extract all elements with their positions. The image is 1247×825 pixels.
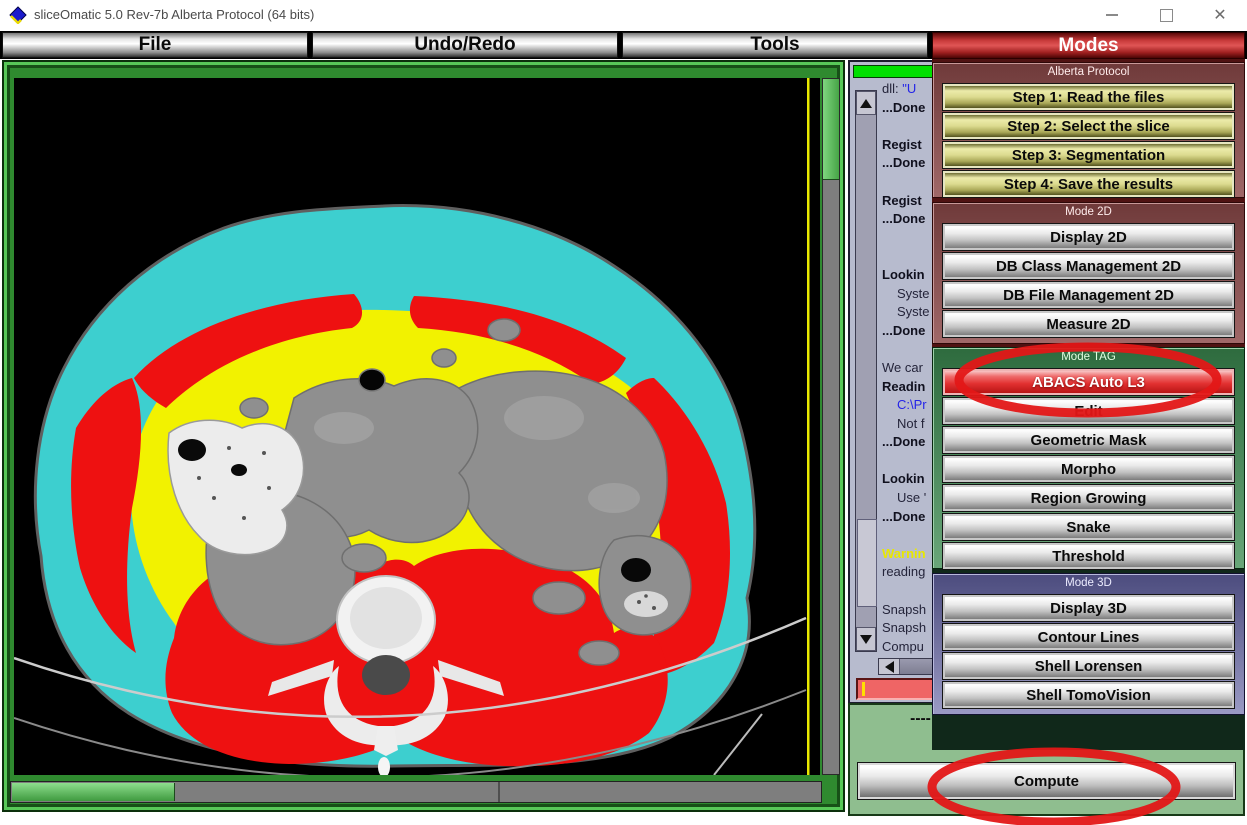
mode-button-threshold[interactable]: Threshold [943, 543, 1234, 569]
ct-slice-image [14, 78, 820, 775]
menu-button-undo-redo[interactable]: Undo/Redo [312, 32, 618, 58]
close-icon[interactable]: ✕ [1206, 6, 1234, 24]
text-cursor [862, 682, 865, 696]
scroll-down-icon[interactable] [856, 627, 876, 651]
log-vertical-scrollbar[interactable] [855, 90, 877, 652]
scroll-up-icon[interactable] [856, 91, 876, 115]
window-title: sliceOmatic 5.0 Rev-7b Alberta Protocol … [34, 7, 314, 22]
mode-button-step-4-save-the-results[interactable]: Step 4: Save the results [943, 171, 1234, 197]
scroll-left-icon[interactable] [879, 659, 900, 674]
modes-group-mode-2d: Mode 2D Display 2D DB Class Management 2D D… [932, 202, 1245, 344]
mode-button-shell-tomovision[interactable]: Shell TomoVision [943, 682, 1234, 708]
mode-button-step-1-read-the-files[interactable]: Step 1: Read the files [943, 84, 1234, 110]
app-logo-icon [9, 6, 27, 24]
mode-button-step-3-segmentation[interactable]: Step 3: Segmentation [943, 142, 1234, 168]
scrollbar-divider [498, 782, 500, 802]
ct-image-canvas[interactable] [14, 78, 820, 775]
mode-button-edit[interactable]: Edit [943, 398, 1234, 424]
mode-button-region-growing[interactable]: Region Growing [943, 485, 1234, 511]
mode-button-geometric-mask[interactable]: Geometric Mask [943, 427, 1234, 453]
compute-button[interactable]: Compute [858, 763, 1235, 799]
modes-group-mode-tag: Mode TAG ABACS Auto L3 Edit Geometric Mask M… [932, 347, 1245, 569]
mode-button-snake[interactable]: Snake [943, 514, 1234, 540]
log-scrollbar-thumb[interactable] [857, 519, 877, 607]
modes-group-alberta-protocol: Alberta Protocol Step 1: Read the files St… [932, 62, 1245, 198]
mode-button-display-2d[interactable]: Display 2D [943, 224, 1234, 250]
mode-button-display-3d[interactable]: Display 3D [943, 595, 1234, 621]
profile-line [807, 78, 810, 775]
group-label-alberta-protocol: Alberta Protocol [942, 65, 1235, 81]
title-bar: sliceOmatic 5.0 Rev-7b Alberta Protocol … [0, 0, 1247, 30]
mode-button-db-class-management-2d[interactable]: DB Class Management 2D [943, 253, 1234, 279]
menu-button-tools[interactable]: Tools [622, 32, 928, 58]
image-horizontal-scrollbar-thumb[interactable] [12, 783, 175, 801]
menu-button-modes[interactable]: Modes [932, 32, 1245, 59]
image-viewer-frame [2, 60, 845, 812]
mode-button-step-2-select-the-slice[interactable]: Step 2: Select the slice [943, 113, 1234, 139]
image-horizontal-scrollbar[interactable] [10, 781, 822, 803]
modes-group-mode-3d: Mode 3D Display 3D Contour Lines Shell Lore… [932, 573, 1245, 715]
mode-button-measure-2d[interactable]: Measure 2D [943, 311, 1234, 337]
mode-button-db-file-management-2d[interactable]: DB File Management 2D [943, 282, 1234, 308]
group-label-mode-tag: Mode TAG [942, 350, 1235, 366]
modes-panel: Modes Alberta Protocol Step 1: Read the f… [932, 32, 1245, 718]
group-label-mode-2d: Mode 2D [942, 205, 1235, 221]
image-vertical-scrollbar[interactable] [822, 78, 840, 775]
mode-button-morpho[interactable]: Morpho [943, 456, 1234, 482]
minimize-icon[interactable] [1098, 6, 1126, 24]
mode-button-shell-lorensen[interactable]: Shell Lorensen [943, 653, 1234, 679]
maximize-icon[interactable] [1152, 6, 1180, 24]
image-vertical-scrollbar-thumb[interactable] [823, 79, 839, 180]
group-label-mode-3d: Mode 3D [942, 576, 1235, 592]
menu-button-file[interactable]: File [2, 32, 308, 58]
mode-button-contour-lines[interactable]: Contour Lines [943, 624, 1234, 650]
mode-button-abacs-auto-l3[interactable]: ABACS Auto L3 [943, 369, 1234, 395]
